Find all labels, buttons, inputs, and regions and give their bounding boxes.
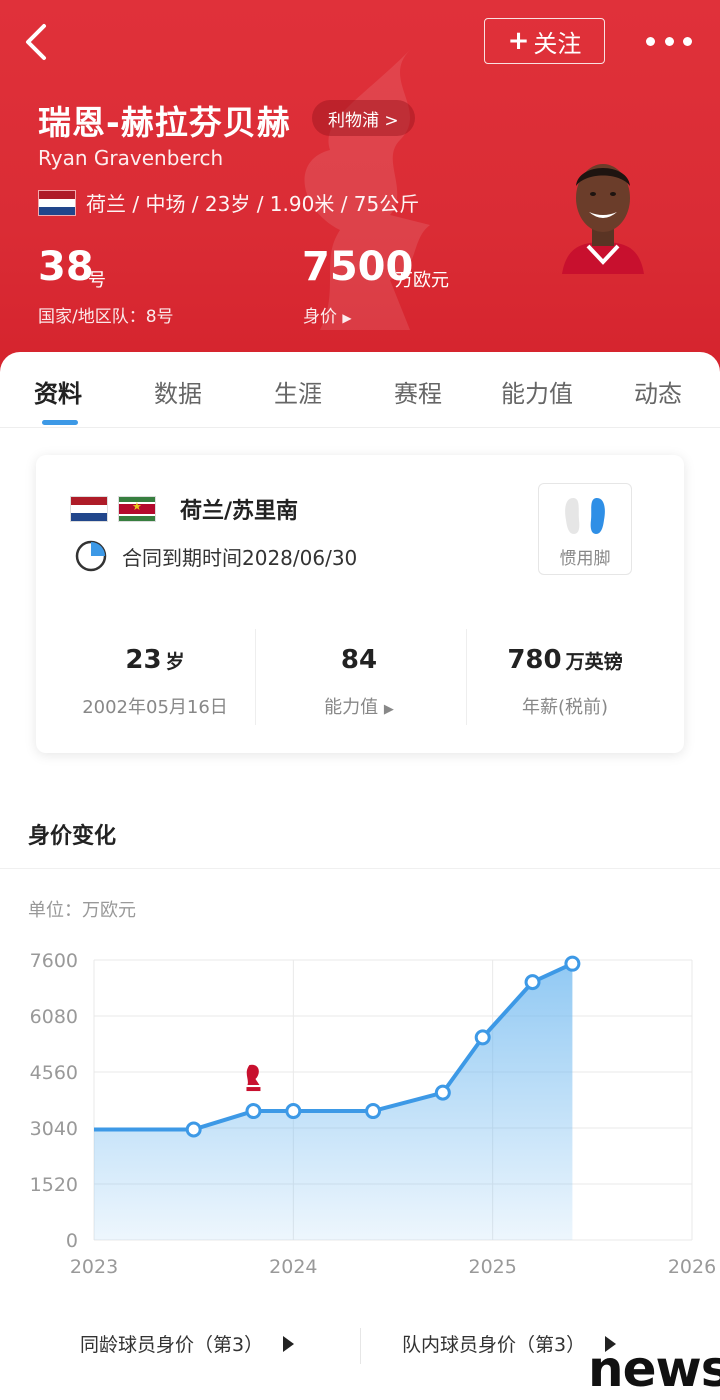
x-tick-label: 2025: [468, 1256, 516, 1278]
nationality: 荷兰/苏里南: [180, 499, 299, 524]
x-tick-label: 2023: [70, 1256, 118, 1278]
contract-expiry: 合同到期时间2028/06/30: [122, 545, 358, 570]
data-point: [285, 1103, 302, 1120]
market-value-unit: 万欧元: [395, 270, 449, 291]
y-tick-label: 3040: [30, 1118, 78, 1140]
value-area: [94, 963, 573, 1240]
more-dot-icon: [664, 36, 674, 46]
data-point: [474, 1029, 491, 1046]
tab-news[interactable]: 动态: [634, 374, 682, 409]
age-stat: 23 岁 2002年05月16日: [50, 645, 260, 719]
rating-stat[interactable]: 84 能力值 ▶: [254, 645, 464, 719]
caret-right-icon: ▶: [342, 311, 352, 325]
data-point: [185, 1121, 202, 1138]
market-value-link[interactable]: 身价 ▶: [303, 302, 352, 327]
follow-button[interactable]: + 关注: [484, 18, 605, 64]
x-tick-label: 2024: [269, 1256, 317, 1278]
shirt-number: 38: [38, 244, 94, 290]
player-info: 荷兰 / 中场 / 23岁 / 1.90米 / 75公斤: [86, 192, 420, 216]
more-dot-icon: [646, 36, 655, 46]
data-point: [365, 1103, 382, 1120]
nationality-row: 荷兰/苏里南: [70, 493, 298, 525]
player-name: 瑞恩-赫拉芬贝赫: [38, 103, 291, 142]
profile-card: 荷兰/苏里南 合同到期时间2028/06/30 惯用脚 23岁 2002年05月…: [36, 455, 684, 753]
tab-career[interactable]: 生涯: [274, 374, 322, 409]
data-point: [245, 1103, 262, 1120]
netherlands-flag-icon: [38, 189, 76, 216]
netherlands-flag-icon: [70, 496, 108, 522]
follow-label: 关注: [533, 29, 582, 58]
transfer-liverpool-crest-icon: [246, 1064, 261, 1092]
back-button[interactable]: [18, 20, 58, 64]
preferred-foot-badge[interactable]: 惯用脚: [538, 483, 632, 575]
data-point: [524, 974, 541, 991]
player-header: + 关注 瑞恩-赫拉芬贝赫 利物浦 > Ryan Gravenberch 荷兰 …: [0, 0, 720, 380]
tab-profile[interactable]: 资料: [34, 374, 82, 409]
shirt-number-unit: 号: [88, 270, 106, 291]
club-link[interactable]: 利物浦 >: [312, 100, 415, 136]
tab-bar: 资料 数据 生涯 赛程 能力值 动态: [0, 352, 720, 428]
age-value: 23: [125, 645, 162, 675]
tab-stats[interactable]: 数据: [154, 374, 202, 409]
y-tick-label: 4560: [30, 1062, 78, 1084]
x-tick-label: 2026: [668, 1256, 716, 1278]
y-tick-label: 7600: [30, 950, 78, 972]
y-tick-label: 6080: [30, 1006, 78, 1028]
tab-schedule[interactable]: 赛程: [394, 374, 442, 409]
wage-stat: 780 万英镑 年薪(税前): [460, 645, 670, 719]
team-ranking-link[interactable]: 队内球员身价（第3）: [402, 1330, 617, 1357]
wage-label: 年薪(税前): [521, 697, 609, 718]
suriname-flag-icon: [118, 496, 156, 522]
more-dot-icon: [683, 36, 692, 46]
y-tick-label: 0: [66, 1230, 78, 1252]
market-value-label: 身价: [303, 307, 337, 327]
tab-ability[interactable]: 能力值: [501, 374, 573, 409]
player-info-row: 荷兰 / 中场 / 23岁 / 1.90米 / 75公斤: [38, 188, 419, 217]
age-unit: 岁: [165, 651, 185, 673]
caret-right-icon: ▶: [383, 702, 394, 717]
more-options-button[interactable]: [646, 24, 692, 58]
player-avatar: [562, 164, 644, 274]
chart-unit-label: 单位：万欧元: [28, 900, 136, 921]
divider: [360, 1328, 361, 1364]
section-title: 身价变化: [28, 824, 117, 849]
player-name-english: Ryan Gravenberch: [38, 146, 224, 170]
birth-date: 2002年05月16日: [82, 697, 228, 718]
market-value-chart: 7600 6080 4560 3040 1520 0 2023 2024 2025 2026: [30, 950, 717, 1278]
data-point: [564, 955, 581, 972]
feet-icon: [565, 498, 605, 534]
contract-row: 合同到期时间2028/06/30: [74, 539, 357, 573]
plus-icon: +: [507, 26, 530, 56]
age-peer-ranking-link[interactable]: 同龄球员身价（第3）: [80, 1330, 295, 1357]
preferred-foot-label: 惯用脚: [559, 549, 611, 569]
data-point: [434, 1084, 451, 1101]
active-tab-indicator: [42, 420, 78, 425]
play-arrow-icon: [283, 1335, 295, 1352]
pie-clock-icon: [75, 540, 107, 572]
rating-value: 84: [340, 645, 378, 675]
wage-value: 780: [507, 645, 562, 675]
wage-unit: 万英镑: [565, 651, 623, 673]
national-team-number: 国家/地区队：8号: [38, 307, 174, 327]
news-watermark: news: [588, 1340, 720, 1398]
team-ranking: 队内球员身价（第3）: [402, 1334, 586, 1356]
age-peer-ranking: 同龄球员身价（第3）: [80, 1334, 264, 1356]
rating-label: 能力值: [324, 697, 379, 718]
y-tick-label: 1520: [30, 1174, 78, 1196]
divider: [0, 868, 720, 869]
